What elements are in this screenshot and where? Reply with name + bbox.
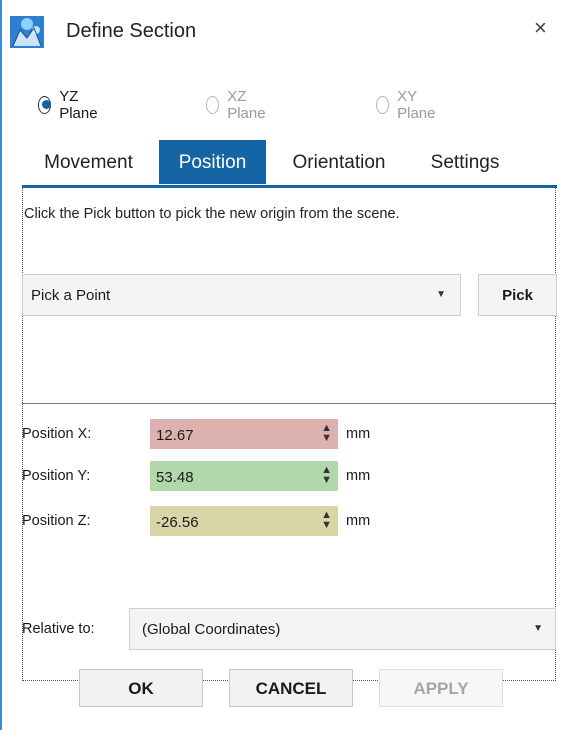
radio-label: YZ Plane (59, 88, 98, 122)
ok-button[interactable]: OK (79, 669, 203, 707)
pick-button[interactable]: Pick (478, 274, 557, 316)
pick-hint-text: Click the Pick button to pick the new or… (24, 206, 400, 222)
window-title: Define Section (66, 20, 197, 42)
position-x-input[interactable]: 12.67 ▲ ▼ (150, 419, 338, 449)
position-z-value: -26.56 (156, 514, 199, 531)
title-bar: Define Section × (0, 0, 574, 62)
tab-bar: Movement Position Orientation Settings (22, 140, 557, 184)
tab-position[interactable]: Position (159, 140, 266, 184)
dropdown-arrow-icon: ▼ (436, 289, 446, 300)
window-border (0, 0, 2, 730)
position-x-label: Position X: (22, 426, 92, 442)
radio-yz-plane[interactable]: YZ Plane (38, 88, 102, 122)
position-y-unit: mm (346, 468, 371, 484)
cancel-button[interactable]: CANCEL (229, 669, 353, 707)
radio-label: XZ Plane (227, 88, 266, 122)
spinner-icon[interactable]: ▲ ▼ (321, 510, 332, 531)
relative-to-select[interactable]: (Global Coordinates) ▼ (129, 608, 556, 650)
radio-unselected-icon (206, 96, 220, 114)
position-z-label: Position Z: (22, 513, 91, 529)
radio-label: XY Plane (397, 88, 436, 122)
position-x-value: 12.67 (156, 427, 194, 444)
dropdown-arrow-icon: ▼ (533, 623, 543, 634)
radio-unselected-icon (376, 96, 390, 114)
position-y-value: 53.48 (156, 469, 194, 486)
radio-selected-icon (38, 96, 52, 114)
radio-xz-plane[interactable]: XZ Plane (206, 88, 270, 122)
position-z-input[interactable]: -26.56 ▲ ▼ (150, 506, 338, 536)
spinner-icon[interactable]: ▲ ▼ (321, 465, 332, 486)
app-logo-icon (10, 16, 44, 48)
pick-mode-value: Pick a Point (31, 287, 111, 304)
relative-to-value: (Global Coordinates) (142, 621, 281, 638)
position-x-unit: mm (346, 426, 371, 442)
pick-mode-select[interactable]: Pick a Point ▼ (22, 274, 461, 316)
tab-orientation[interactable]: Orientation (268, 140, 410, 184)
tab-settings[interactable]: Settings (414, 140, 516, 184)
position-y-label: Position Y: (22, 468, 91, 484)
radio-xy-plane[interactable]: XY Plane (376, 88, 440, 122)
relative-to-label: Relative to: (22, 621, 95, 637)
position-z-unit: mm (346, 513, 371, 529)
spinner-icon[interactable]: ▲ ▼ (321, 423, 332, 444)
tab-movement[interactable]: Movement (22, 140, 155, 184)
apply-button[interactable]: APPLY (379, 669, 503, 707)
section-divider (22, 403, 556, 404)
position-y-input[interactable]: 53.48 ▲ ▼ (150, 461, 338, 491)
close-icon[interactable]: × (534, 17, 547, 39)
